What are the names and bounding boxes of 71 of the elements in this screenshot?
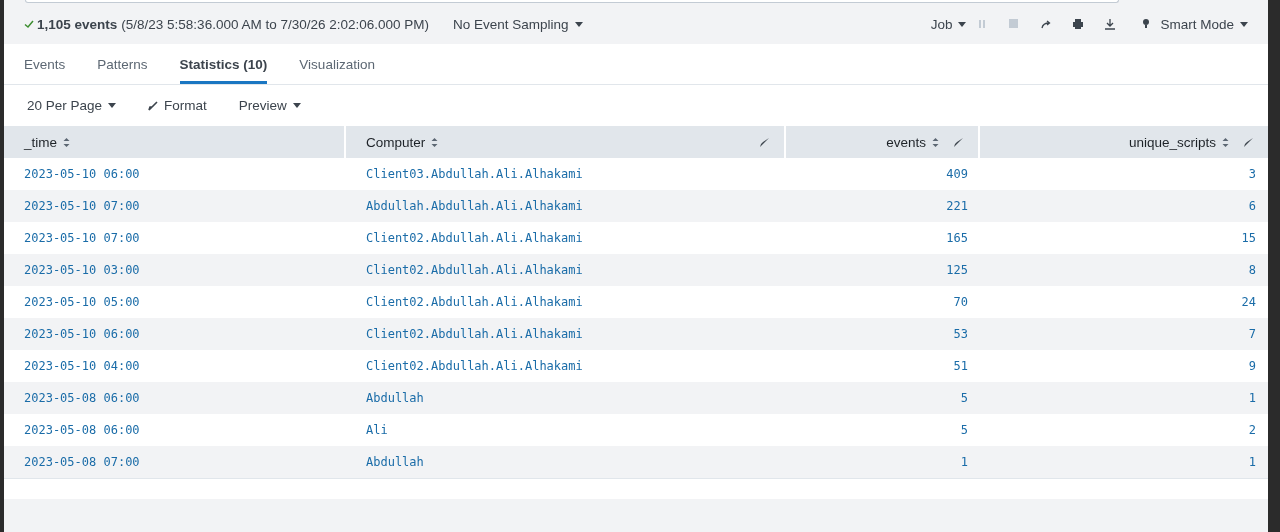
table-cell[interactable]: 70 [953,295,968,309]
table-cell[interactable]: 2023-05-10 07:00 [24,231,140,245]
table-cell[interactable]: 125 [946,263,968,277]
table-cell[interactable]: 2023-05-08 06:00 [24,391,140,405]
job-menu[interactable]: Job [930,16,967,32]
caret-icon [108,103,117,108]
brush-icon[interactable] [759,136,770,148]
table-cell[interactable]: 2023-05-10 03:00 [24,263,140,277]
sort-icon[interactable] [1222,136,1229,148]
table-cell[interactable]: 2023-05-08 06:00 [24,423,140,437]
table-cell[interactable]: 221 [946,199,968,213]
stop-icon [1008,18,1021,30]
caret-icon [292,103,301,108]
table-cell[interactable]: 2023-05-10 05:00 [24,295,140,309]
table-cell[interactable]: 5 [960,423,968,437]
lightbulb-icon [1142,18,1151,30]
table-cell[interactable]: 1 [1248,455,1256,469]
search-mode-dropdown[interactable]: Smart Mode [1142,16,1248,32]
table-cell[interactable]: Client03.Abdullah.Ali.Alhakami [366,167,583,181]
table-cell[interactable]: 1 [960,455,968,469]
table-cell[interactable]: 8 [1248,263,1256,277]
sort-icon[interactable] [932,136,939,148]
table-cell[interactable]: 6 [1248,199,1256,213]
table-cell[interactable]: Abdullah [366,391,424,405]
download-icon [1104,18,1117,30]
table-cell[interactable]: 24 [1241,295,1256,309]
table-cell[interactable]: 2023-05-08 07:00 [24,455,140,469]
time-range: (5/8/23 5:58:36.000 AM to 7/30/26 2:02:06.000 PM) [121,16,430,32]
sort-icon[interactable] [431,136,439,148]
share-icon [1040,18,1053,30]
table-cell[interactable]: 2023-05-10 07:00 [24,199,140,213]
caret-icon [574,21,583,27]
sort-icon[interactable] [63,136,70,148]
format-button[interactable]: Format [148,98,207,113]
table-cell[interactable]: Ali [366,423,388,437]
table-cell[interactable]: 51 [953,359,968,373]
table-cell[interactable]: 2023-05-10 06:00 [24,327,140,341]
brush-icon [148,100,159,111]
dropdown-button[interactable]: 20 Per Page [27,98,117,113]
table-cell[interactable]: Client02.Abdullah.Ali.Alhakami [366,327,583,341]
caret-icon [958,21,967,27]
table-cell[interactable]: Abdullah [366,455,424,469]
table-cell[interactable]: 409 [946,167,968,181]
table-cell[interactable]: 15 [1241,231,1256,245]
results-tab[interactable]: Events [24,44,66,84]
print-icon [1072,18,1085,30]
table-cell[interactable]: 9 [1248,359,1256,373]
table-cell[interactable]: 53 [953,327,968,341]
table-cell[interactable]: Client02.Abdullah.Ali.Alhakami [366,295,583,309]
table-cell[interactable]: Abdullah.Abdullah.Ali.Alhakami [366,199,583,213]
dropdown-button[interactable]: Preview [238,98,301,113]
table-cell[interactable]: 2023-05-10 06:00 [24,167,140,181]
table-cell[interactable]: 1 [1248,391,1256,405]
results-tab[interactable]: Visualization [299,44,375,84]
table-cell[interactable]: 2 [1248,423,1256,437]
column-header[interactable]: unique_scripts [980,126,1268,158]
brush-icon[interactable] [953,136,964,148]
table-cell[interactable]: Client02.Abdullah.Ali.Alhakami [366,263,583,277]
table-cell[interactable]: Client02.Abdullah.Ali.Alhakami [366,231,583,245]
event-count: 1,105 events [37,16,118,32]
results-tab[interactable]: Patterns [97,44,148,84]
check-icon [24,19,34,29]
brush-icon[interactable] [1243,136,1254,148]
table-cell[interactable]: 5 [960,391,968,405]
table-cell[interactable]: 2023-05-10 04:00 [24,359,140,373]
table-cell[interactable]: 165 [946,231,968,245]
sampling-dropdown[interactable]: No Event Sampling [453,16,583,32]
table-cell[interactable]: 3 [1248,167,1256,181]
caret-icon [1240,21,1248,27]
table-cell[interactable]: Client02.Abdullah.Ali.Alhakami [366,359,583,373]
table-cell[interactable]: 7 [1248,327,1256,341]
